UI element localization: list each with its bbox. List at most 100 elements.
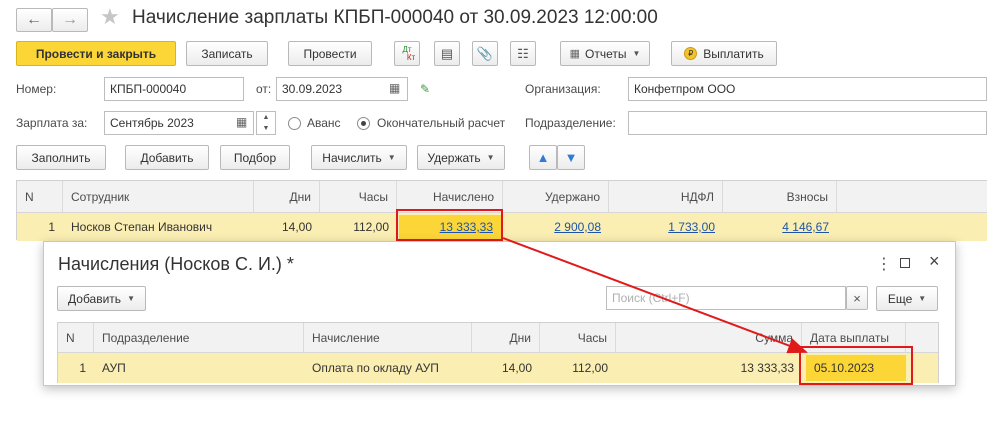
- page-title: Начисление зарплаты КПБП-000040 от 30.09…: [132, 7, 658, 28]
- more-menu-icon[interactable]: ⋮: [876, 254, 892, 274]
- structure-button[interactable]: ☷: [510, 41, 536, 66]
- star-icon[interactable]: ★: [100, 4, 120, 30]
- drow-n: 1: [79, 361, 86, 375]
- accrue-label: Начислить: [322, 150, 382, 165]
- col-days[interactable]: Дни: [254, 181, 320, 212]
- pay-button[interactable]: ₽ Выплатить: [671, 41, 777, 66]
- drow-sum: 13 333,33: [740, 361, 794, 375]
- row-withheld[interactable]: 2 900,08: [503, 213, 609, 241]
- more-button[interactable]: Еще ▼: [876, 286, 938, 311]
- structure-icon: ☷: [517, 45, 529, 61]
- col-contrib[interactable]: Взносы: [723, 181, 837, 212]
- chevron-down-icon: ▼: [918, 294, 927, 303]
- period-stepper[interactable]: ▲ ▼: [256, 111, 276, 135]
- dtkt-icon-bottom: Кт: [406, 52, 416, 62]
- stepper-up-icon[interactable]: ▲: [257, 112, 275, 123]
- coin-icon: ₽: [684, 47, 698, 60]
- row-contrib[interactable]: 4 146,67: [723, 213, 837, 241]
- list-button[interactable]: ▤: [434, 41, 460, 66]
- chevron-down-icon: ▼: [387, 153, 396, 162]
- chevron-down-icon: ▼: [632, 49, 641, 58]
- drow-accrual: Оплата по окладу АУП: [312, 361, 439, 375]
- clear-icon: ×: [853, 290, 861, 306]
- dcol-sum[interactable]: Сумма: [616, 323, 802, 352]
- col-employee[interactable]: Сотрудник: [63, 181, 254, 212]
- attach-button[interactable]: 📎: [472, 41, 498, 66]
- row-contrib-link[interactable]: 4 146,67: [782, 220, 829, 234]
- save-button[interactable]: Записать: [186, 41, 268, 66]
- final-calc-label: Окончательный расчет: [377, 116, 506, 130]
- dtkt-button[interactable]: Дт Кт: [394, 41, 420, 66]
- calendar-icon[interactable]: ▦: [236, 115, 247, 129]
- advance-label: Аванс: [307, 116, 341, 130]
- move-down-button[interactable]: ▼: [557, 145, 585, 170]
- drow-hours: 112,00: [572, 361, 608, 375]
- dcol-hours[interactable]: Часы: [540, 323, 616, 352]
- withhold-button[interactable]: Удержать ▼: [417, 145, 505, 170]
- number-field[interactable]: КПБП-000040: [104, 77, 244, 101]
- row-hours: 112,00: [353, 220, 389, 234]
- row-employee: Носков Степан Иванович: [71, 220, 213, 234]
- col-ndfl[interactable]: НДФЛ: [609, 181, 723, 212]
- arrow-up-icon: ▲: [536, 150, 550, 165]
- back-button[interactable]: ←: [16, 8, 52, 32]
- row-withheld-link[interactable]: 2 900,08: [554, 220, 601, 234]
- forward-button[interactable]: →: [52, 8, 88, 32]
- move-up-button[interactable]: ▲: [529, 145, 557, 170]
- pay-label: Выплатить: [703, 46, 764, 61]
- row-days: 14,00: [281, 220, 312, 234]
- chevron-down-icon: ▼: [486, 153, 495, 162]
- maximize-icon[interactable]: [900, 258, 910, 268]
- col-accrued[interactable]: Начислено: [397, 181, 503, 212]
- accrue-button[interactable]: Начислить ▼: [311, 145, 407, 170]
- dcol-days[interactable]: Дни: [472, 323, 540, 352]
- withhold-label: Удержать: [427, 150, 481, 165]
- post-button[interactable]: Провести: [288, 41, 372, 66]
- calendar-icon[interactable]: ▦: [389, 81, 400, 95]
- paperclip-icon: 📎: [476, 45, 494, 61]
- dialog-add-button[interactable]: Добавить ▼: [57, 286, 146, 311]
- dcol-department[interactable]: Подразделение: [94, 323, 304, 352]
- dcol-n[interactable]: N: [58, 323, 94, 352]
- reports-button[interactable]: ▦ Отчеты ▼: [560, 41, 650, 66]
- search-input[interactable]: Поиск (Ctrl+F): [606, 286, 846, 310]
- more-label: Еще: [887, 291, 913, 306]
- dcol-accrual[interactable]: Начисление: [304, 323, 472, 352]
- dialog-add-label: Добавить: [68, 291, 122, 306]
- report-icon: ▦: [569, 48, 580, 60]
- row-ndfl-link[interactable]: 1 733,00: [668, 220, 715, 234]
- final-calc-radio[interactable]: [357, 117, 370, 130]
- arrow-down-icon: ▼: [564, 150, 578, 165]
- pick-button[interactable]: Подбор: [220, 145, 290, 170]
- col-withheld[interactable]: Удержано: [503, 181, 609, 212]
- salary-period-label: Зарплата за:: [16, 116, 88, 130]
- department-label: Подразделение:: [525, 116, 616, 130]
- row-ndfl[interactable]: 1 733,00: [609, 213, 723, 241]
- fill-button[interactable]: Заполнить: [16, 145, 106, 170]
- highlight-pay-date: [799, 346, 913, 385]
- number-label: Номер:: [16, 82, 57, 96]
- search-clear-button[interactable]: ×: [846, 286, 868, 310]
- organization-label: Организация:: [525, 82, 601, 96]
- post-and-close-button[interactable]: Провести и закрыть: [16, 41, 176, 66]
- date-label: от:: [256, 82, 272, 96]
- advance-radio[interactable]: [288, 117, 301, 130]
- organization-field[interactable]: Конфетпром ООО: [628, 77, 987, 101]
- highlight-accrued: [396, 209, 503, 241]
- salary-period-field[interactable]: Сентябрь 2023: [104, 111, 254, 135]
- edit-status-icon[interactable]: ✎: [420, 82, 430, 96]
- add-button[interactable]: Добавить: [125, 145, 209, 170]
- chevron-down-icon: ▼: [127, 294, 135, 303]
- drow-days: 14,00: [501, 361, 532, 375]
- dialog-title: Начисления (Носков С. И.) *: [58, 254, 294, 274]
- search-placeholder: Поиск (Ctrl+F): [612, 291, 690, 305]
- stepper-down-icon[interactable]: ▼: [257, 123, 275, 134]
- close-icon[interactable]: ×: [929, 251, 940, 272]
- arrow-left-icon: ←: [26, 11, 42, 28]
- department-field[interactable]: [628, 111, 987, 135]
- col-n[interactable]: N: [17, 181, 63, 212]
- reports-label: Отчеты: [585, 46, 627, 61]
- radio-dot: [361, 121, 366, 126]
- col-hours[interactable]: Часы: [320, 181, 397, 212]
- row-n: 1: [48, 220, 55, 234]
